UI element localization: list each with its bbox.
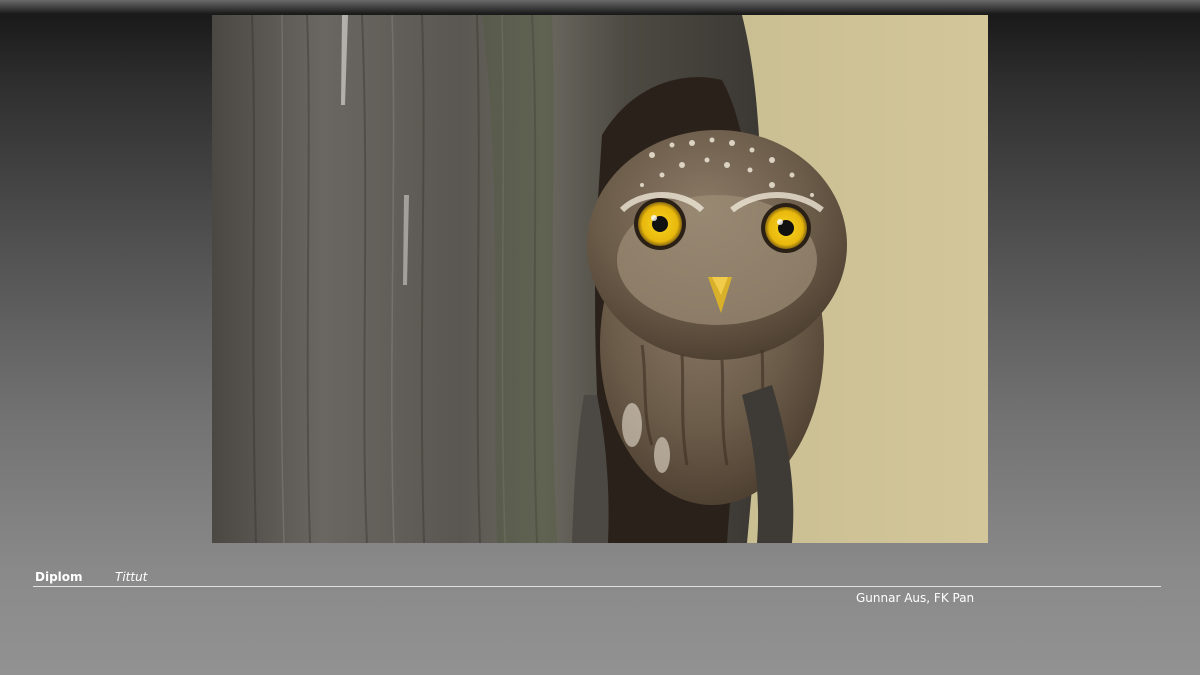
award-label: Diplom	[35, 570, 83, 584]
caption-divider	[33, 586, 1161, 587]
top-bar	[0, 0, 1200, 14]
photo-title: Tittut	[115, 570, 148, 584]
photographer-credit: Gunnar Aus, FK Pan	[856, 591, 975, 605]
owl-image	[212, 15, 988, 543]
owl-photo	[212, 15, 988, 543]
